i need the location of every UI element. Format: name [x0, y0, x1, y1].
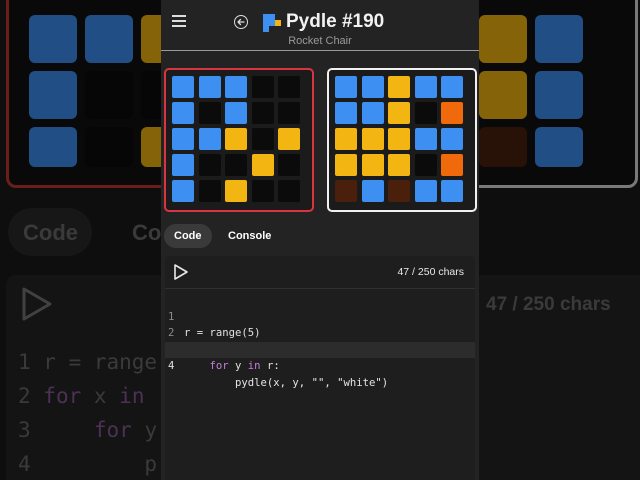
- grid-cell-blue: [441, 76, 463, 98]
- grid-cell-blue: [172, 102, 194, 124]
- run-play-icon[interactable]: [172, 263, 190, 286]
- grid-cell-blue: [441, 180, 463, 202]
- grid-cell-blue: [361, 180, 384, 202]
- grid-cell-black: [198, 102, 221, 124]
- code-line[interactable]: 1 r = range(5): [165, 292, 475, 340]
- grid-cell-black: [251, 102, 274, 124]
- grid-cell-blue: [414, 76, 437, 98]
- grid-cell-blue: [172, 180, 194, 202]
- code-line-active[interactable]: 4 pydle(x, y, "", "white"): [165, 341, 475, 389]
- grid-cell-black: [225, 154, 247, 176]
- grid-cell-yellow: [388, 76, 410, 98]
- editor-toolbar: 47 / 250 chars: [165, 256, 475, 289]
- grid-cell-yellow: [388, 154, 410, 176]
- back-arrow-icon[interactable]: [234, 15, 248, 29]
- grid-cell-yellow: [335, 154, 357, 176]
- grid-cell-blue: [198, 128, 221, 150]
- grid-cell-black: [278, 180, 300, 202]
- grid-cell-brown: [388, 180, 410, 202]
- tab-code[interactable]: Code: [164, 224, 212, 248]
- code-text: pydle(x, y, "", "white"): [235, 376, 389, 389]
- grid-cell-blue: [414, 180, 437, 202]
- grid-cell-blue: [172, 154, 194, 176]
- grid-cell-black: [251, 180, 274, 202]
- grid-cell-yellow: [361, 154, 384, 176]
- grid-cell-blue: [225, 102, 247, 124]
- grid-cell-blue: [198, 76, 221, 98]
- grid-cell-black: [278, 76, 300, 98]
- grid-cell-yellow: [388, 128, 410, 150]
- tab-console[interactable]: Console: [218, 224, 281, 248]
- grid-cell-blue: [225, 76, 247, 98]
- grid-cell-yellow: [225, 180, 247, 202]
- grid-cell-blue: [361, 76, 384, 98]
- grid-cell-orange: [441, 154, 463, 176]
- grid-cell-yellow: [251, 154, 274, 176]
- grid-cell-black: [198, 180, 221, 202]
- grid-cell-yellow: [225, 128, 247, 150]
- grid-cell-yellow: [388, 102, 410, 124]
- char-count: 47 / 250 chars: [397, 266, 464, 278]
- grid-cell-blue: [414, 128, 437, 150]
- grid-cell-black: [414, 154, 437, 176]
- header: Pydle #190 Rocket Chair: [161, 0, 479, 51]
- pydle-logo-icon: [262, 13, 282, 33]
- result-grid: [335, 76, 473, 206]
- grid-cell-blue: [335, 102, 357, 124]
- grid-cell-black: [278, 102, 300, 124]
- grid-cell-black: [198, 154, 221, 176]
- code-editor[interactable]: 47 / 250 chars 1 r = range(5) 2 for x in…: [165, 256, 475, 480]
- pydle-app: Pydle #190 Rocket Chair Code Console 47 …: [161, 0, 479, 480]
- code-line[interactable]: 3 for y in r:: [165, 325, 475, 373]
- grid-cell-blue: [441, 128, 463, 150]
- result-board: [327, 68, 477, 212]
- grid-cell-black: [414, 102, 437, 124]
- hamburger-menu-icon[interactable]: [172, 15, 186, 27]
- page-title: Pydle #190: [286, 11, 385, 32]
- grid-cell-black: [278, 154, 300, 176]
- grid-cell-blue: [361, 102, 384, 124]
- grid-cell-brown: [335, 180, 357, 202]
- grid-cell-yellow: [361, 128, 384, 150]
- target-board: [164, 68, 314, 212]
- target-grid: [172, 76, 310, 206]
- grid-cell-yellow: [278, 128, 300, 150]
- code-line[interactable]: 2 for x in r:: [165, 309, 475, 356]
- puzzle-subtitle: Rocket Chair: [288, 35, 352, 47]
- grid-cell-blue: [172, 128, 194, 150]
- grid-cell-black: [251, 76, 274, 98]
- grid-cell-orange: [441, 102, 463, 124]
- code-lines[interactable]: 1 r = range(5) 2 for x in r: 3 for y in …: [165, 292, 475, 389]
- grid-cell-black: [251, 128, 274, 150]
- line-number: 4: [168, 360, 175, 372]
- grid-cell-blue: [335, 76, 357, 98]
- grid-cell-blue: [172, 76, 194, 98]
- grid-cell-yellow: [335, 128, 357, 150]
